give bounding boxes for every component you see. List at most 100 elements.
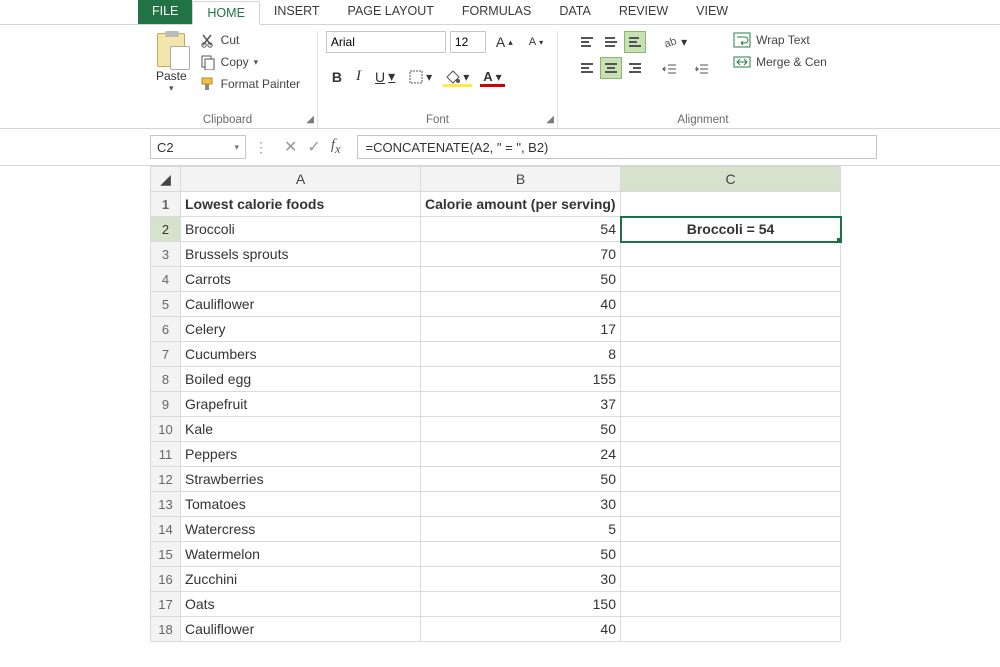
cell-c10[interactable]	[621, 417, 841, 442]
tab-review[interactable]: REVIEW	[605, 0, 682, 24]
italic-button[interactable]: I	[350, 65, 367, 88]
cell-b15[interactable]: 50	[421, 542, 621, 567]
cell-a2[interactable]: Broccoli	[181, 217, 421, 242]
name-box[interactable]: C2 ▾	[150, 135, 246, 159]
row-header-4[interactable]: 4	[151, 267, 181, 292]
cell-c16[interactable]	[621, 567, 841, 592]
font-dialog-launcher[interactable]: ◢	[546, 114, 554, 125]
cell-c11[interactable]	[621, 442, 841, 467]
format-painter-button[interactable]: Format Painter	[197, 75, 303, 93]
tab-home[interactable]: HOME	[192, 1, 260, 25]
cell-c2[interactable]: Broccoli = 54	[621, 217, 841, 242]
wrap-text-button[interactable]: Wrap Text	[730, 31, 830, 49]
copy-dropdown-icon[interactable]: ▾	[254, 57, 259, 68]
row-header-16[interactable]: 16	[151, 567, 181, 592]
column-header-b[interactable]: B	[421, 167, 621, 192]
cell-c5[interactable]	[621, 292, 841, 317]
cell-a4[interactable]: Carrots	[181, 267, 421, 292]
cell-a10[interactable]: Kale	[181, 417, 421, 442]
cell-a14[interactable]: Watercress	[181, 517, 421, 542]
underline-button[interactable]: U▾	[369, 65, 401, 88]
increase-indent-button[interactable]	[688, 59, 716, 81]
formula-input[interactable]: =CONCATENATE(A2, " = ", B2)	[357, 135, 877, 159]
tab-view[interactable]: VIEW	[682, 0, 742, 24]
cell-b10[interactable]: 50	[421, 417, 621, 442]
cell-c9[interactable]	[621, 392, 841, 417]
bold-button[interactable]: B	[326, 66, 348, 88]
decrease-font-button[interactable]: A▾	[523, 33, 549, 51]
fill-color-button[interactable]: ▾	[440, 67, 475, 87]
align-bottom-button[interactable]	[624, 31, 646, 53]
orientation-button[interactable]: ab▾	[656, 31, 716, 53]
cell-c13[interactable]	[621, 492, 841, 517]
borders-button[interactable]: ▾	[403, 67, 438, 87]
cell-c4[interactable]	[621, 267, 841, 292]
merge-center-button[interactable]: Merge & Cen	[730, 53, 830, 71]
cell-c7[interactable]	[621, 342, 841, 367]
increase-font-button[interactable]: A▴	[490, 31, 519, 53]
insert-function-button[interactable]: fx	[331, 137, 341, 157]
cell-b17[interactable]: 150	[421, 592, 621, 617]
cell-c6[interactable]	[621, 317, 841, 342]
tab-page-layout[interactable]: PAGE LAYOUT	[334, 0, 448, 24]
row-header-7[interactable]: 7	[151, 342, 181, 367]
row-header-12[interactable]: 12	[151, 467, 181, 492]
tab-data[interactable]: DATA	[545, 0, 604, 24]
row-header-15[interactable]: 15	[151, 542, 181, 567]
row-header-8[interactable]: 8	[151, 367, 181, 392]
row-header-9[interactable]: 9	[151, 392, 181, 417]
select-all-corner[interactable]: ◢	[151, 167, 181, 192]
cell-c15[interactable]	[621, 542, 841, 567]
font-name-select[interactable]	[326, 31, 446, 53]
cell-c17[interactable]	[621, 592, 841, 617]
cell-b16[interactable]: 30	[421, 567, 621, 592]
paste-dropdown-icon[interactable]: ▾	[169, 83, 174, 94]
cell-c8[interactable]	[621, 367, 841, 392]
cell-c12[interactable]	[621, 467, 841, 492]
cell-a3[interactable]: Brussels sprouts	[181, 242, 421, 267]
cell-b13[interactable]: 30	[421, 492, 621, 517]
align-middle-button[interactable]	[600, 31, 622, 53]
cell-a15[interactable]: Watermelon	[181, 542, 421, 567]
enter-formula-button[interactable]: ✓	[307, 137, 320, 157]
cell-a6[interactable]: Celery	[181, 317, 421, 342]
cell-a5[interactable]: Cauliflower	[181, 292, 421, 317]
cell-b5[interactable]: 40	[421, 292, 621, 317]
row-header-18[interactable]: 18	[151, 617, 181, 642]
cell-b12[interactable]: 50	[421, 467, 621, 492]
row-header-14[interactable]: 14	[151, 517, 181, 542]
align-left-button[interactable]	[576, 57, 598, 79]
clipboard-dialog-launcher[interactable]: ◢	[306, 114, 314, 125]
decrease-indent-button[interactable]	[656, 59, 684, 81]
cancel-formula-button[interactable]: ✕	[284, 137, 297, 157]
row-header-2[interactable]: 2	[151, 217, 181, 242]
tab-insert[interactable]: INSERT	[260, 0, 334, 24]
cell-b9[interactable]: 37	[421, 392, 621, 417]
cell-c3[interactable]	[621, 242, 841, 267]
align-right-button[interactable]	[624, 57, 646, 79]
cell-b4[interactable]: 50	[421, 267, 621, 292]
cell-b18[interactable]: 40	[421, 617, 621, 642]
cell-b3[interactable]: 70	[421, 242, 621, 267]
tab-formulas[interactable]: FORMULAS	[448, 0, 545, 24]
column-header-a[interactable]: A	[181, 167, 421, 192]
paste-button[interactable]: Paste ▾	[152, 31, 191, 96]
row-header-6[interactable]: 6	[151, 317, 181, 342]
cell-c14[interactable]	[621, 517, 841, 542]
cell-b7[interactable]: 8	[421, 342, 621, 367]
row-header-10[interactable]: 10	[151, 417, 181, 442]
cell-c1[interactable]	[621, 192, 841, 217]
cell-b6[interactable]: 17	[421, 317, 621, 342]
cell-a9[interactable]: Grapefruit	[181, 392, 421, 417]
cell-a13[interactable]: Tomatoes	[181, 492, 421, 517]
row-header-1[interactable]: 1	[151, 192, 181, 217]
cell-a18[interactable]: Cauliflower	[181, 617, 421, 642]
cell-b1[interactable]: Calorie amount (per serving)	[421, 192, 621, 217]
cell-a12[interactable]: Strawberries	[181, 467, 421, 492]
name-box-dropdown-icon[interactable]: ▾	[234, 142, 239, 153]
tab-file[interactable]: FILE	[138, 0, 192, 24]
cell-a8[interactable]: Boiled egg	[181, 367, 421, 392]
cell-a11[interactable]: Peppers	[181, 442, 421, 467]
row-header-3[interactable]: 3	[151, 242, 181, 267]
cell-a16[interactable]: Zucchini	[181, 567, 421, 592]
